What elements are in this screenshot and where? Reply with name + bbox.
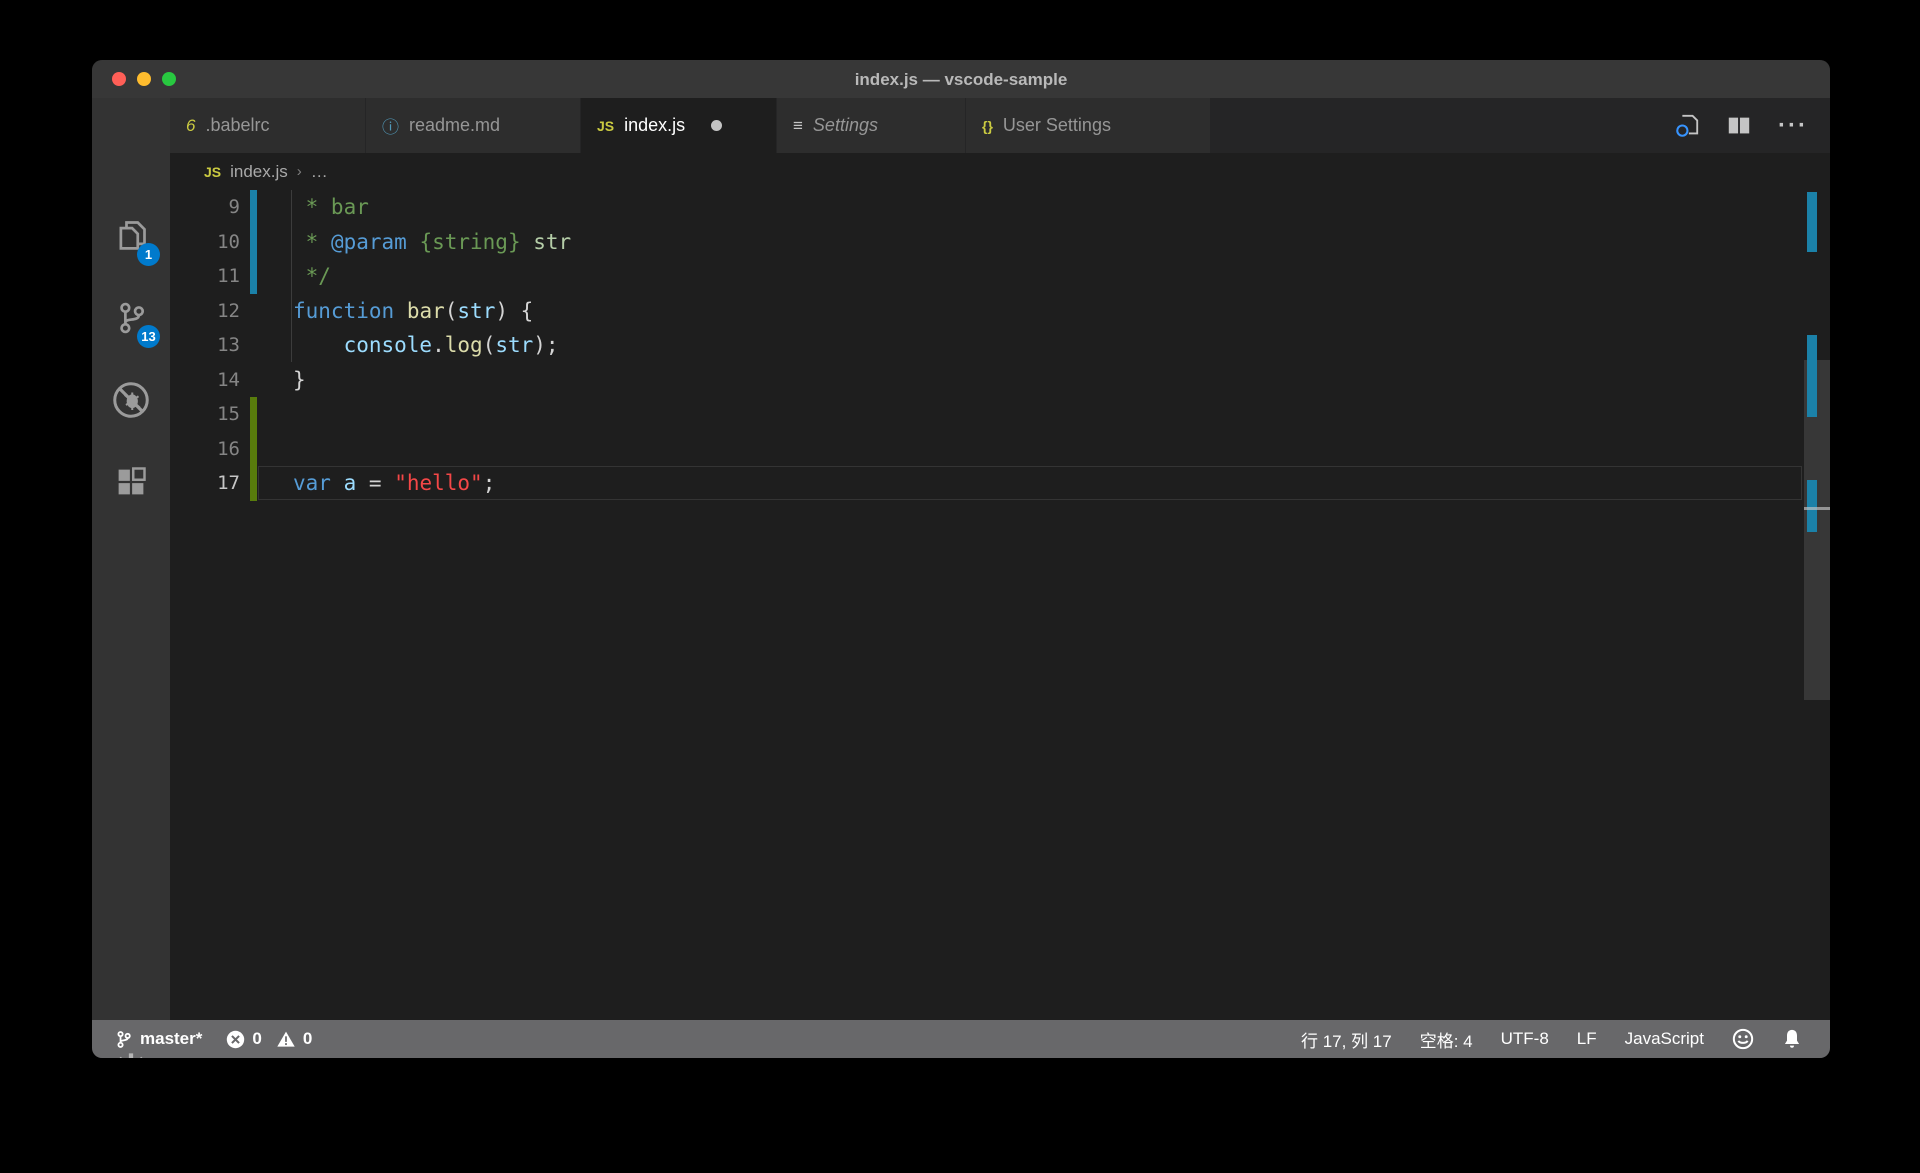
code-line-15[interactable]: 15 <box>170 397 1830 432</box>
tab--babelrc[interactable]: 6 .babelrc <box>170 98 366 153</box>
line-number: 13 <box>170 328 250 363</box>
overview-modified-mark <box>1807 335 1817 417</box>
line-number: 15 <box>170 397 250 432</box>
gutter-modified-marker <box>250 190 257 225</box>
line-number: 10 <box>170 225 250 260</box>
overview-modified-mark <box>1807 480 1817 532</box>
warning-icon <box>276 1030 296 1049</box>
activity-bar: 1 13 <box>92 98 170 1020</box>
debug-disabled-icon <box>111 380 151 420</box>
overview-modified-mark <box>1807 192 1817 252</box>
sidebar-item-debug[interactable] <box>92 368 170 432</box>
code-line-12[interactable]: 12function bar(str) { <box>170 294 1830 329</box>
vscode-window: index.js — vscode-sample 1 <box>92 60 1830 1058</box>
status-item[interactable]: 行 17, 列 17 <box>1301 1027 1392 1052</box>
code-text: * bar <box>257 190 369 225</box>
babel-icon: 6 <box>186 116 195 136</box>
explorer-badge: 1 <box>137 243 160 266</box>
code-editor[interactable]: 9 * bar10 * @param {string} str11 */12fu… <box>170 190 1830 1020</box>
gutter-added-marker <box>250 397 257 432</box>
gutter-spacer <box>250 328 257 363</box>
code-text: * @param {string} str <box>257 225 571 260</box>
open-changes-icon[interactable] <box>1674 113 1700 139</box>
settings-list-icon: ≡ <box>793 116 803 136</box>
window-title: index.js — vscode-sample <box>92 60 1830 98</box>
overview-cursor-mark <box>1804 507 1830 510</box>
gutter-added-marker <box>250 432 257 467</box>
title-bar: index.js — vscode-sample <box>92 60 1830 98</box>
gutter-modified-marker <box>250 259 257 294</box>
line-number: 16 <box>170 432 250 467</box>
sidebar-item-explorer[interactable]: 1 <box>92 204 170 268</box>
notifications-bell-icon[interactable] <box>1782 1028 1802 1050</box>
tab-bar: 6 .babelrc ⓘ readme.md JS index.js ≡ Settings {}… <box>170 98 1830 153</box>
screen: index.js — vscode-sample 1 <box>0 0 1920 1173</box>
code-lines: 9 * bar10 * @param {string} str11 */12fu… <box>170 190 1830 501</box>
braces-icon: {} <box>982 118 993 134</box>
code-text <box>257 432 293 467</box>
extensions-icon <box>113 464 149 500</box>
error-icon <box>226 1030 245 1049</box>
split-editor-icon[interactable] <box>1726 113 1752 139</box>
tab-label: User Settings <box>1003 115 1111 136</box>
source-control-badge: 13 <box>137 325 160 348</box>
manage-gear-button[interactable] <box>92 1038 170 1058</box>
breadcrumb-symbol-picker[interactable]: … <box>311 162 328 182</box>
code-line-13[interactable]: 13 console.log(str); <box>170 328 1830 363</box>
status-item[interactable]: JavaScript <box>1625 1029 1704 1049</box>
tab-user-settings[interactable]: {} User Settings <box>966 98 1211 153</box>
sidebar-item-source-control[interactable]: 13 <box>92 286 170 350</box>
feedback-smiley-icon[interactable] <box>1732 1028 1754 1050</box>
editor-group: 6 .babelrc ⓘ readme.md JS index.js ≡ Settings {}… <box>170 98 1830 1020</box>
tab-label: readme.md <box>409 115 500 136</box>
line-number: 14 <box>170 363 250 398</box>
code-line-16[interactable]: 16 <box>170 432 1830 467</box>
gutter-spacer <box>250 363 257 398</box>
breadcrumb-file[interactable]: index.js <box>230 162 288 182</box>
gutter-spacer <box>250 294 257 329</box>
modified-dot-icon[interactable] <box>711 120 722 131</box>
code-text: var a = "hello"; <box>257 466 495 501</box>
code-line-17[interactable]: 17var a = "hello"; <box>170 466 1830 501</box>
code-line-9[interactable]: 9 * bar <box>170 190 1830 225</box>
warning-count: 0 <box>303 1029 312 1049</box>
problems-status[interactable]: 0 0 <box>226 1029 312 1049</box>
status-item[interactable]: UTF-8 <box>1501 1029 1549 1049</box>
gutter-added-marker <box>250 466 257 501</box>
chevron-right-icon: › <box>297 163 302 180</box>
more-actions-icon[interactable]: ··· <box>1778 116 1808 136</box>
gear-icon <box>112 1051 150 1058</box>
line-number: 17 <box>170 466 250 501</box>
line-number: 9 <box>170 190 250 225</box>
line-number: 11 <box>170 259 250 294</box>
gutter-modified-marker <box>250 225 257 260</box>
code-text: function bar(str) { <box>257 294 533 329</box>
tab-label: Settings <box>813 115 878 136</box>
tab-label: index.js <box>624 115 685 136</box>
code-text: } <box>257 363 306 398</box>
code-text: */ <box>257 259 331 294</box>
error-count: 0 <box>252 1029 261 1049</box>
tab-readme-md[interactable]: ⓘ readme.md <box>366 98 581 153</box>
sidebar-item-extensions[interactable] <box>92 450 170 514</box>
code-line-14[interactable]: 14} <box>170 363 1830 398</box>
tabs-container: 6 .babelrc ⓘ readme.md JS index.js ≡ Settings {}… <box>170 98 1211 153</box>
code-text: console.log(str); <box>257 328 559 363</box>
status-item[interactable]: 空格: 4 <box>1420 1027 1473 1052</box>
breadcrumb[interactable]: JS index.js › … <box>170 153 1830 190</box>
status-bar: master* 0 <box>92 1020 1830 1058</box>
code-line-11[interactable]: 11 */ <box>170 259 1830 294</box>
tab-index-js[interactable]: JS index.js <box>581 98 777 153</box>
status-item[interactable]: LF <box>1577 1029 1597 1049</box>
editor-actions: ··· <box>1674 98 1808 153</box>
tab-settings[interactable]: ≡ Settings <box>777 98 966 153</box>
tab-label: .babelrc <box>205 115 269 136</box>
code-text <box>257 397 293 432</box>
js-file-icon: JS <box>204 164 221 180</box>
line-number: 12 <box>170 294 250 329</box>
info-icon: ⓘ <box>382 113 399 138</box>
js-icon: JS <box>597 118 614 134</box>
code-line-10[interactable]: 10 * @param {string} str <box>170 225 1830 260</box>
